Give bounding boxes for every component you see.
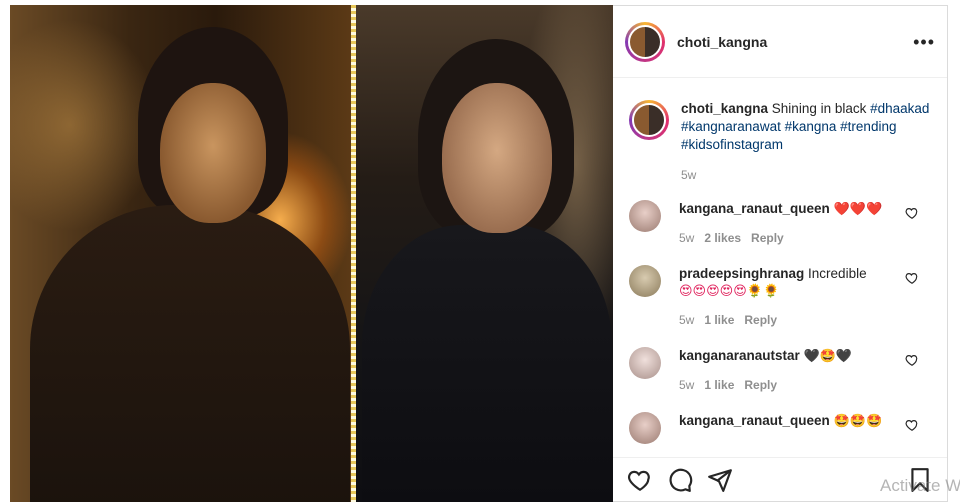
reply-button[interactable]: Reply xyxy=(751,229,784,247)
comment-username[interactable]: kangana_ranaut_queen xyxy=(679,201,830,216)
like-comment-heart-icon[interactable] xyxy=(905,418,919,432)
comment-age: 5w xyxy=(679,313,695,327)
caption-text: choti_kangna Shining in black #dhaakad #… xyxy=(681,100,931,154)
reply-button[interactable]: Reply xyxy=(744,311,777,329)
reply-button[interactable]: Reply xyxy=(744,376,777,394)
caption: choti_kangna Shining in black #dhaakad #… xyxy=(629,78,931,182)
girl-body xyxy=(362,225,612,502)
hashtag[interactable]: #kangnaranawat xyxy=(681,119,781,134)
comment-username[interactable]: pradeepsinghranag xyxy=(679,266,804,281)
comments-list: choti_kangna Shining in black #dhaakad #… xyxy=(613,78,947,444)
like-comment-heart-icon[interactable] xyxy=(905,271,919,285)
hashtag[interactable]: #kidsofinstagram xyxy=(681,137,783,152)
share-send-icon[interactable] xyxy=(707,467,733,493)
save-bookmark-icon[interactable] xyxy=(907,467,933,493)
caption-age: 5w xyxy=(681,168,697,182)
comment-likes[interactable]: 2 likes xyxy=(704,229,741,247)
like-comment-heart-icon[interactable] xyxy=(905,206,919,220)
hashtag[interactable]: #trending xyxy=(840,119,896,134)
like-comment-heart-icon[interactable] xyxy=(905,353,919,367)
comment-username[interactable]: kangana_ranaut_queen xyxy=(679,413,830,428)
caption-avatar[interactable] xyxy=(629,100,669,140)
like-heart-icon[interactable] xyxy=(627,467,653,493)
caption-username[interactable]: choti_kangna xyxy=(681,101,768,116)
comment-likes[interactable]: 1 like xyxy=(704,376,734,394)
comment-emojis: ❤️❤️❤️ xyxy=(833,202,883,217)
comment-avatar[interactable] xyxy=(629,412,661,444)
more-options-icon[interactable]: ••• xyxy=(913,33,935,51)
comment-item: pradeepsinghranag Incredible 😍😍😍😍😍🌻🌻 5w … xyxy=(629,265,931,329)
comment-username[interactable]: kanganaranautstar xyxy=(679,348,800,363)
post-header: choti_kangna ••• xyxy=(613,6,947,78)
post-image[interactable] xyxy=(10,5,613,502)
comment-text: Incredible xyxy=(808,266,867,281)
comment-likes[interactable]: 1 like xyxy=(704,311,734,329)
caption-body: Shining in black xyxy=(771,101,867,116)
comment-age: 5w xyxy=(679,378,695,392)
comment-avatar[interactable] xyxy=(629,347,661,379)
comment-item: kangana_ranaut_queen 🤩🤩🤩 xyxy=(629,412,931,444)
post-sidebar: choti_kangna ••• choti_kangna Shining in… xyxy=(613,5,948,502)
girl-face xyxy=(442,83,552,233)
comment-bubble-icon[interactable] xyxy=(667,467,693,493)
comment-age: 5w xyxy=(679,231,695,245)
header-username[interactable]: choti_kangna xyxy=(677,34,767,50)
comment-item: kangana_ranaut_queen ❤️❤️❤️ 5w 2 likes R… xyxy=(629,200,931,247)
avatar[interactable] xyxy=(625,21,665,62)
comment-avatar[interactable] xyxy=(629,265,661,297)
comment-avatar[interactable] xyxy=(629,200,661,232)
comment-item: kanganaranautstar 🖤🤩🖤 5w 1 like Reply xyxy=(629,347,931,394)
hashtag[interactable]: #dhaakad xyxy=(870,101,929,116)
comment-emojis: 🤩🤩🤩 xyxy=(833,414,883,429)
woman-body xyxy=(30,205,350,502)
comment-emojis: 🖤🤩🖤 xyxy=(803,349,853,364)
woman-face xyxy=(160,83,266,223)
hashtag[interactable]: #kangna xyxy=(785,119,837,134)
comment-emojis: 😍😍😍😍😍🌻🌻 xyxy=(679,284,780,299)
post-actions-bar xyxy=(613,457,947,501)
